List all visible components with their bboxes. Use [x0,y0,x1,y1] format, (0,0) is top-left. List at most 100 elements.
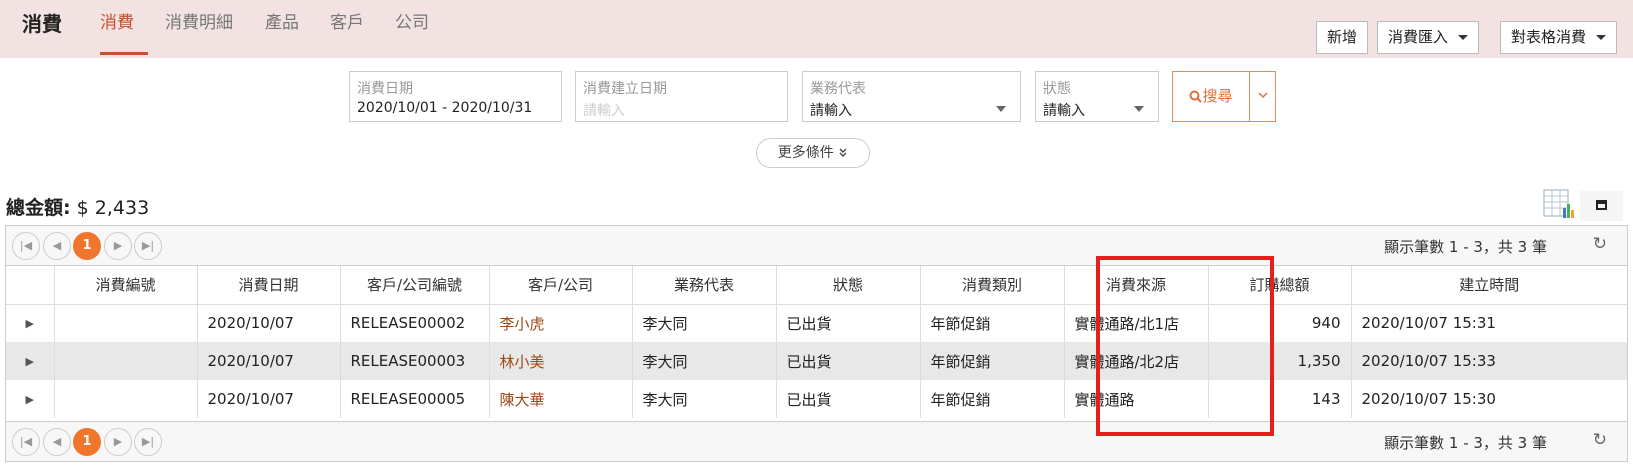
more-conditions-label: 更多條件 [777,145,834,161]
view-toggle-button[interactable] [1580,191,1623,221]
total-label: 總金額: [6,197,71,219]
created-date-filter[interactable]: 消費建立日期 請輸入 [575,71,788,122]
expand-row-icon[interactable]: ▶ [6,342,55,380]
table-row[interactable]: ▶ 2020/10/07 RELEASE00003 林小美 李大同 已出貨 年節… [6,342,1627,380]
date-filter-label: 消費日期 [357,81,413,97]
table-row[interactable]: ▶ 2020/10/07 RELEASE00002 李小虎 李大同 已出貨 年節… [6,304,1627,342]
page-button-current[interactable]: 1 [73,232,101,260]
pager-top: |◀ ◀ 1 ▶ ▶| 顯示筆數 1 - 3，共 3 筆 ↻ [6,226,1627,266]
cell-date: 2020/10/07 [197,342,341,380]
date-filter[interactable]: 消費日期 2020/10/01 - 2020/10/31 [349,71,562,122]
date-filter-value[interactable]: 2020/10/01 - 2020/10/31 [357,100,532,116]
pager-bottom: |◀ ◀ 1 ▶ ▶| 顯示筆數 1 - 3，共 3 筆 ↻ [6,421,1627,461]
cell-created: 2020/10/07 15:30 [1361,390,1496,408]
export-button-label: 對表格消費 [1511,28,1587,46]
cell-rep: 李大同 [632,304,777,342]
tab-customers[interactable]: 客戶 [330,8,364,33]
status-filter-label: 狀態 [1043,81,1071,97]
cell-status: 已出貨 [776,380,921,418]
customer-link[interactable]: 林小美 [489,342,633,380]
window-icon [1596,200,1607,210]
search-button[interactable]: 搜尋 [1172,71,1250,122]
customer-link[interactable]: 陳大華 [489,380,633,418]
first-page-icon[interactable]: |◀ [12,232,40,260]
total-value: $ 2,433 [76,197,150,219]
cell-code: RELEASE00003 [340,342,490,380]
created-date-filter-label: 消費建立日期 [583,81,667,97]
rep-select[interactable]: 請輸入 [810,100,852,120]
table-row[interactable]: ▶ 2020/10/07 RELEASE00005 陳大華 李大同 已出貨 年節… [6,380,1627,418]
tab-consumption-detail[interactable]: 消費明細 [165,8,233,33]
rep-filter-label: 業務代表 [810,81,866,97]
next-page-icon[interactable]: ▶ [104,428,132,456]
cell-rep: 李大同 [632,380,777,418]
cell-code: RELEASE00005 [340,380,490,418]
cell-status: 已出貨 [776,304,921,342]
column-header[interactable]: 消費日期 [197,266,341,305]
customer-link[interactable]: 李小虎 [489,304,633,342]
expand-header [6,266,55,305]
cell-id [54,342,198,380]
prev-page-icon[interactable]: ◀ [43,232,71,260]
import-button-label: 消費匯入 [1388,28,1449,46]
prev-page-icon[interactable]: ◀ [43,428,71,456]
cell-category: 年節促銷 [920,380,1065,418]
refresh-icon[interactable]: ↻ [1593,430,1607,450]
consumption-table: |◀ ◀ 1 ▶ ▶| 顯示筆數 1 - 3，共 3 筆 ↻ 消費編號 消費日期… [5,225,1628,462]
column-header[interactable]: 客戶/公司 [489,266,633,305]
top-navbar: 消費 消費 消費明細 產品 客戶 公司 新增 消費匯入 對表格消費 [0,0,1633,58]
chevron-down-icon [1596,35,1607,40]
expand-row-icon[interactable]: ▶ [6,380,55,418]
cell-id [54,380,198,418]
cell-rep: 李大同 [632,342,777,380]
import-button[interactable]: 消費匯入 [1377,21,1480,54]
pager-info: 顯示筆數 1 - 3，共 3 筆 [1384,434,1547,452]
cell-status: 已出貨 [776,342,921,380]
status-select[interactable]: 請輸入 [1043,100,1085,120]
last-page-icon[interactable]: ▶| [134,428,162,456]
expand-row-icon[interactable]: ▶ [6,304,55,342]
table-header-row: 消費編號 消費日期 客戶/公司編號 客戶/公司 業務代表 狀態 消費類別 消費來… [6,266,1627,305]
dropdown-arrow-icon[interactable] [996,106,1006,112]
pager-info: 顯示筆數 1 - 3，共 3 筆 [1384,238,1547,256]
tab-consumption[interactable]: 消費 [100,8,134,33]
cell-code: RELEASE00002 [340,304,490,342]
status-filter[interactable]: 狀態 請輸入 [1035,71,1159,122]
first-page-icon[interactable]: |◀ [12,428,40,456]
chevron-down-icon [1257,92,1268,99]
cell-created: 2020/10/07 15:31 [1361,314,1496,333]
column-header[interactable]: 客戶/公司編號 [340,266,490,305]
dropdown-arrow-icon[interactable] [1134,106,1144,112]
cell-date: 2020/10/07 [197,380,341,418]
spreadsheet-export-icon[interactable] [1542,188,1576,220]
cell-id [54,304,198,342]
refresh-icon[interactable]: ↻ [1593,234,1607,254]
tab-products[interactable]: 產品 [265,8,299,33]
next-page-icon[interactable]: ▶ [104,232,132,260]
column-header[interactable]: 業務代表 [632,266,777,305]
double-chevron-down-icon [839,148,847,157]
add-button[interactable]: 新增 [1316,21,1369,54]
tab-companies[interactable]: 公司 [395,8,429,33]
source-column-highlight [1096,256,1274,436]
last-page-icon[interactable]: ▶| [134,232,162,260]
chevron-down-icon [1458,35,1469,40]
app-title: 消費 [22,12,62,36]
created-date-input[interactable]: 請輸入 [583,100,625,120]
cell-category: 年節促銷 [920,342,1065,380]
column-header[interactable]: 建立時間 [1351,266,1627,305]
rep-filter[interactable]: 業務代表 請輸入 [802,71,1021,122]
data-table: 消費編號 消費日期 客戶/公司編號 客戶/公司 業務代表 狀態 消費類別 消費來… [6,266,1627,418]
search-options-toggle[interactable] [1249,71,1276,122]
search-button-label: 搜尋 [1202,87,1233,105]
export-button[interactable]: 對表格消費 [1500,21,1618,54]
column-header[interactable]: 消費類別 [920,266,1065,305]
column-header[interactable]: 狀態 [776,266,921,305]
cell-category: 年節促銷 [920,304,1065,342]
search-icon [1189,90,1203,103]
cell-created: 2020/10/07 15:33 [1351,342,1627,380]
page-button-current[interactable]: 1 [73,428,101,456]
column-header[interactable]: 消費編號 [54,266,198,305]
more-conditions-button[interactable]: 更多條件 [756,138,870,168]
cell-date: 2020/10/07 [197,304,341,342]
